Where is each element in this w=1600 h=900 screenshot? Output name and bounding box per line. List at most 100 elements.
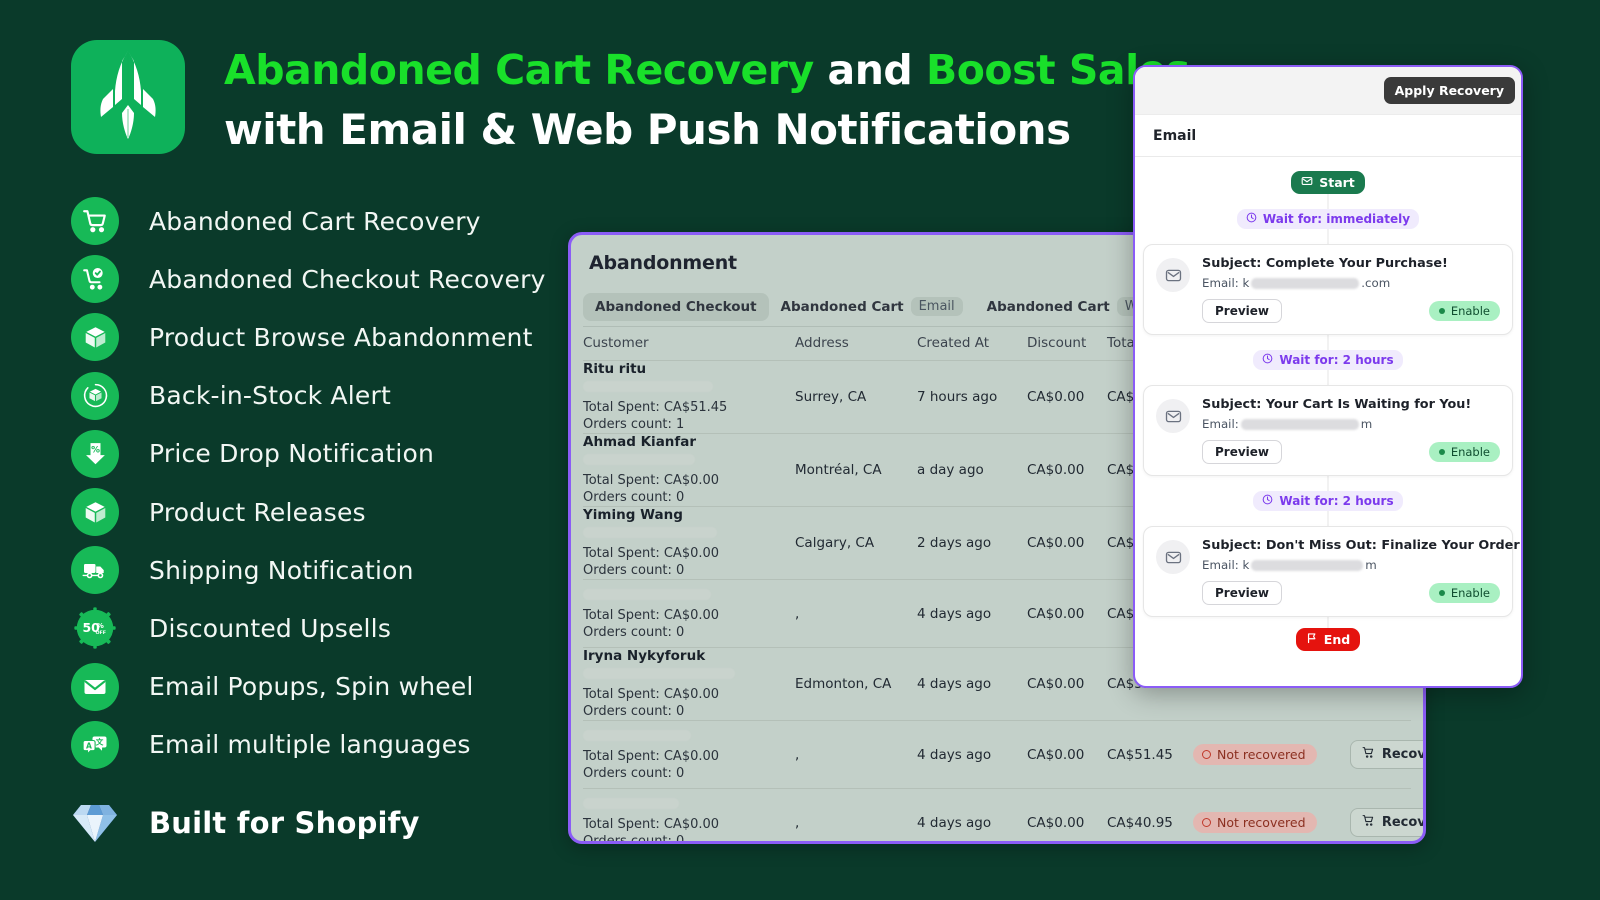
flow-wait-row: Wait for: immediately: [1135, 209, 1521, 229]
feature-item: 50 % OFF Discounted Upsells: [71, 599, 591, 657]
wait-badge: Wait for: 2 hours: [1253, 491, 1403, 511]
status-label: Not recovered: [1217, 747, 1306, 762]
cart-check-icon: [71, 255, 119, 304]
redacted-email: [583, 527, 717, 538]
recover-button[interactable]: Recover: [1349, 808, 1426, 837]
email-address-row: Email: m: [1202, 417, 1500, 431]
customer-orders-count: Orders count: 1: [583, 417, 685, 432]
cell-address: Surrey, CA: [795, 389, 867, 405]
customer-orders-count: Orders count: 0: [583, 490, 685, 505]
email-step-card[interactable]: Subject: Your Cart Is Waiting for You! E…: [1143, 385, 1513, 476]
table-row[interactable]: Total Spent: CA$0.00 Orders count: 0 , 4…: [583, 720, 1423, 788]
customer-name: Ahmad Kianfar: [583, 434, 697, 450]
wait-label: Wait for: 2 hours: [1279, 353, 1394, 367]
flow-start-badge: Start: [1291, 171, 1365, 194]
email-subject: Subject: Complete Your Purchase!: [1202, 256, 1448, 271]
cell-created: 2 days ago: [917, 535, 992, 551]
svg-text:%: %: [97, 621, 104, 630]
enable-badge[interactable]: Enable: [1428, 583, 1500, 603]
cell-total: CA$40.95: [1107, 814, 1173, 831]
redacted-email: [1251, 277, 1360, 289]
cell-discount: CA$0.00: [1027, 535, 1085, 551]
email-step-body: Subject: Complete Your Purchase! Email: …: [1202, 256, 1500, 323]
tab-label: Abandoned Cart: [986, 298, 1110, 315]
cell-created: 4 days ago: [917, 814, 992, 831]
customer-orders-count: Orders count: 0: [583, 833, 685, 844]
headline-line2: with Email & Web Push Notifications: [224, 105, 1071, 154]
flow-end-badge: End: [1295, 628, 1361, 651]
customer-total-spent: Total Spent: CA$0.00: [583, 748, 720, 764]
shopping-cart-icon: [71, 197, 119, 246]
cell-customer: Iryna Nykyforuk Total Spent: CA$0.00 Ord…: [583, 648, 795, 720]
envelope-icon: [1156, 258, 1190, 292]
preview-button[interactable]: Preview: [1202, 299, 1283, 323]
cell-address: Montréal, CA: [795, 462, 882, 478]
enable-badge[interactable]: Enable: [1428, 442, 1500, 462]
preview-button[interactable]: Preview: [1202, 440, 1283, 464]
tab-abandoned-checkout[interactable]: Abandoned Checkout: [583, 292, 769, 321]
cell-customer: Total Spent: CA$0.00 Orders count: 0: [583, 587, 795, 641]
headline: Abandoned Cart Recovery and Boost Sales …: [224, 40, 1190, 160]
box-icon: [71, 488, 119, 537]
cell-created: 4 days ago: [917, 676, 992, 692]
email-flow-panel: Apply Recovery Email Start Wait for: imm…: [1133, 65, 1523, 688]
cell-discount: CA$0.00: [1027, 814, 1085, 831]
cell-action: Recover: [1343, 740, 1426, 769]
svg-text:文: 文: [96, 736, 104, 746]
flow-wait-row: Wait for: 2 hours: [1135, 350, 1521, 370]
recover-button[interactable]: Recover: [1349, 740, 1426, 769]
recover-label: Recover: [1381, 747, 1426, 762]
email-subject: Subject: Your Cart Is Waiting for You!: [1202, 397, 1472, 412]
customer-orders-count: Orders count: 0: [583, 765, 685, 781]
box-icon: [71, 313, 119, 362]
feature-label: Discounted Upsells: [149, 613, 392, 643]
channel-label: Email: [1153, 127, 1197, 144]
customer-total-spent: Total Spent: CA$0.00: [583, 473, 720, 488]
email-step-card[interactable]: Subject: Complete Your Purchase! Email: …: [1143, 244, 1513, 335]
feature-label: Built for Shopify: [149, 805, 420, 840]
email-step-actions: Preview Enable: [1202, 581, 1500, 605]
customer-orders-count: Orders count: 0: [583, 563, 685, 578]
email-step-card[interactable]: Subject: Don't Miss Out: Finalize Your O…: [1143, 526, 1521, 617]
column-header-created: Created At: [917, 335, 990, 351]
flow-end-label: End: [1323, 632, 1351, 647]
preview-button[interactable]: Preview: [1202, 581, 1283, 605]
customer-total-spent: Total Spent: CA$51.45: [583, 400, 728, 415]
email-address-row: Email: k .com: [1202, 276, 1500, 290]
tab-abandoned-cart-email[interactable]: Abandoned Cart Email: [769, 291, 975, 322]
status-dot-icon: [1438, 590, 1445, 596]
cart-icon: [1362, 746, 1375, 763]
feature-label: Email Popups, Spin wheel: [149, 672, 474, 702]
cell-status: Not recovered: [1193, 744, 1343, 765]
customer-total-spent: Total Spent: CA$0.00: [583, 687, 720, 702]
cell-action: Recover: [1343, 808, 1426, 837]
headline-accent-1: Abandoned Cart Recovery: [224, 46, 814, 94]
table-row[interactable]: Total Spent: CA$0.00 Orders count: 0 , 4…: [583, 788, 1423, 844]
email-prefix: Email: k: [1202, 558, 1250, 572]
enable-badge[interactable]: Enable: [1428, 301, 1500, 321]
redacted-email: [583, 454, 695, 465]
feature-item: 文 A Email multiple languages: [71, 716, 591, 774]
feature-item: Product Browse Abandonment: [71, 308, 591, 366]
redacted-email: [1251, 559, 1364, 571]
cell-total: CA$51.45: [1107, 746, 1173, 763]
redacted-email: [583, 797, 679, 809]
feature-label: Product Browse Abandonment: [149, 322, 533, 352]
flow-start-row: Start: [1135, 171, 1521, 194]
cell-discount: CA$0.00: [1027, 676, 1085, 692]
wait-badge: Wait for: 2 hours: [1253, 350, 1403, 370]
tab-label: Abandoned Cart: [780, 298, 904, 315]
feature-item-shopify: Built for Shopify: [71, 787, 591, 859]
redacted-email: [583, 668, 735, 679]
redacted-email: [583, 729, 691, 741]
cell-address: ,: [795, 746, 800, 763]
redacted-email: [583, 588, 711, 600]
tab-label: Abandoned Checkout: [595, 298, 757, 315]
feature-item: Abandoned Checkout Recovery: [71, 250, 591, 308]
apply-recovery-button[interactable]: Apply Recovery: [1383, 77, 1515, 104]
headline-mid: and: [813, 46, 927, 94]
wait-badge: Wait for: immediately: [1236, 209, 1420, 229]
recover-label: Recover: [1381, 815, 1426, 830]
envelope-icon: [1156, 540, 1190, 574]
column-header-address: Address: [795, 335, 849, 351]
